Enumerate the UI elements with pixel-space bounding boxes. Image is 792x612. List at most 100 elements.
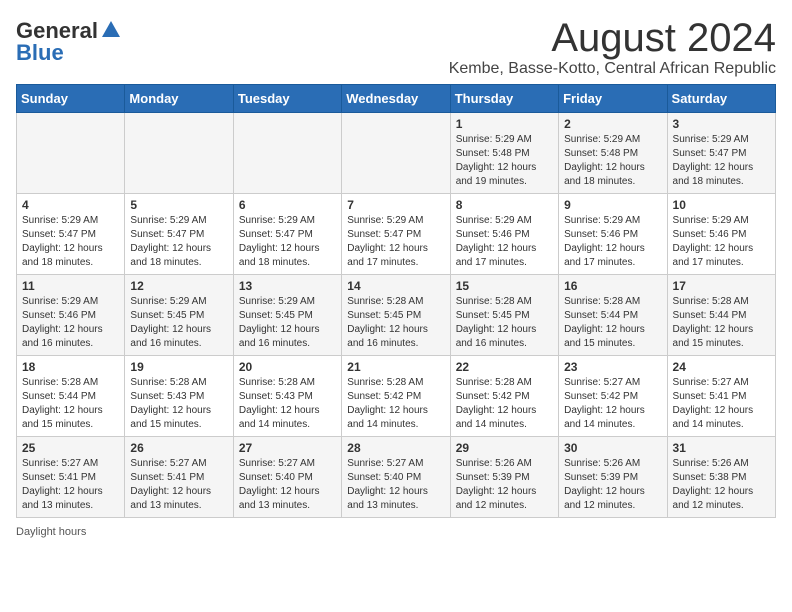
day-info: Sunrise: 5:29 AM Sunset: 5:47 PM Dayligh… bbox=[130, 214, 227, 270]
day-number: 25 bbox=[22, 441, 119, 455]
day-number: 28 bbox=[347, 441, 444, 455]
day-info: Sunrise: 5:27 AM Sunset: 5:42 PM Dayligh… bbox=[564, 376, 661, 432]
day-number: 31 bbox=[673, 441, 770, 455]
day-number: 2 bbox=[564, 117, 661, 131]
day-number: 8 bbox=[456, 198, 553, 212]
day-number: 21 bbox=[347, 360, 444, 374]
day-info: Sunrise: 5:29 AM Sunset: 5:46 PM Dayligh… bbox=[456, 214, 553, 270]
day-info: Sunrise: 5:29 AM Sunset: 5:45 PM Dayligh… bbox=[239, 295, 336, 351]
day-info: Sunrise: 5:28 AM Sunset: 5:43 PM Dayligh… bbox=[130, 376, 227, 432]
day-number: 24 bbox=[673, 360, 770, 374]
week-row-3: 18 Sunrise: 5:28 AM Sunset: 5:44 PM Dayli… bbox=[17, 356, 776, 437]
calendar-cell: 5Sunrise: 5:29 AM Sunset: 5:47 PM Daylig… bbox=[125, 194, 233, 275]
calendar-cell bbox=[233, 113, 341, 194]
day-number: 27 bbox=[239, 441, 336, 455]
calendar-cell: 1 Sunrise: 5:29 AM Sunset: 5:48 PM Daylig… bbox=[450, 113, 558, 194]
calendar-cell: 27Sunrise: 5:27 AM Sunset: 5:40 PM Dayli… bbox=[233, 437, 341, 518]
day-number: 20 bbox=[239, 360, 336, 374]
header-wednesday: Wednesday bbox=[342, 85, 450, 113]
day-info: Sunrise: 5:29 AM Sunset: 5:46 PM Dayligh… bbox=[22, 295, 119, 351]
header-saturday: Saturday bbox=[667, 85, 775, 113]
calendar-cell bbox=[125, 113, 233, 194]
calendar-cell: 11 Sunrise: 5:29 AM Sunset: 5:46 PM Dayli… bbox=[17, 275, 125, 356]
day-info: Sunrise: 5:28 AM Sunset: 5:44 PM Dayligh… bbox=[564, 295, 661, 351]
day-info: Sunrise: 5:27 AM Sunset: 5:41 PM Dayligh… bbox=[22, 457, 119, 513]
logo-icon bbox=[100, 19, 122, 41]
calendar-cell: 23 Sunrise: 5:27 AM Sunset: 5:42 PM Dayli… bbox=[559, 356, 667, 437]
day-number: 13 bbox=[239, 279, 336, 293]
week-row-4: 25 Sunrise: 5:27 AM Sunset: 5:41 PM Dayli… bbox=[17, 437, 776, 518]
day-info: Sunrise: 5:27 AM Sunset: 5:41 PM Dayligh… bbox=[673, 376, 770, 432]
day-number: 11 bbox=[22, 279, 119, 293]
day-info: Sunrise: 5:28 AM Sunset: 5:43 PM Dayligh… bbox=[239, 376, 336, 432]
calendar-cell: 2Sunrise: 5:29 AM Sunset: 5:48 PM Daylig… bbox=[559, 113, 667, 194]
day-number: 9 bbox=[564, 198, 661, 212]
logo-blue-text: Blue bbox=[16, 42, 64, 64]
calendar-header: SundayMondayTuesdayWednesdayThursdayFrid… bbox=[17, 85, 776, 113]
day-number: 18 bbox=[22, 360, 119, 374]
calendar-cell: 18 Sunrise: 5:28 AM Sunset: 5:44 PM Dayli… bbox=[17, 356, 125, 437]
calendar-cell: 15 Sunrise: 5:28 AM Sunset: 5:45 PM Dayli… bbox=[450, 275, 558, 356]
day-number: 23 bbox=[564, 360, 661, 374]
calendar-cell bbox=[342, 113, 450, 194]
calendar-cell: 12 Sunrise: 5:29 AM Sunset: 5:45 PM Dayli… bbox=[125, 275, 233, 356]
day-number: 12 bbox=[130, 279, 227, 293]
calendar-cell: 10 Sunrise: 5:29 AM Sunset: 5:46 PM Dayli… bbox=[667, 194, 775, 275]
day-info: Sunrise: 5:29 AM Sunset: 5:48 PM Dayligh… bbox=[456, 133, 553, 189]
day-info: Sunrise: 5:28 AM Sunset: 5:42 PM Dayligh… bbox=[456, 376, 553, 432]
calendar-cell: 25 Sunrise: 5:27 AM Sunset: 5:41 PM Dayli… bbox=[17, 437, 125, 518]
day-info: Sunrise: 5:29 AM Sunset: 5:47 PM Dayligh… bbox=[239, 214, 336, 270]
calendar-cell: 4Sunrise: 5:29 AM Sunset: 5:47 PM Daylig… bbox=[17, 194, 125, 275]
calendar-cell: 17Sunrise: 5:28 AM Sunset: 5:44 PM Dayli… bbox=[667, 275, 775, 356]
day-number: 7 bbox=[347, 198, 444, 212]
calendar-cell: 22 Sunrise: 5:28 AM Sunset: 5:42 PM Dayli… bbox=[450, 356, 558, 437]
logo-general-text: General bbox=[16, 20, 98, 42]
day-number: 3 bbox=[673, 117, 770, 131]
calendar-cell bbox=[17, 113, 125, 194]
day-info: Sunrise: 5:28 AM Sunset: 5:45 PM Dayligh… bbox=[456, 295, 553, 351]
day-number: 29 bbox=[456, 441, 553, 455]
day-info: Sunrise: 5:26 AM Sunset: 5:39 PM Dayligh… bbox=[456, 457, 553, 513]
calendar-cell: 31 Sunrise: 5:26 AM Sunset: 5:38 PM Dayli… bbox=[667, 437, 775, 518]
title-block: August 2024 Kembe, Basse-Kotto, Central … bbox=[449, 16, 776, 78]
calendar-cell: 16Sunrise: 5:28 AM Sunset: 5:44 PM Dayli… bbox=[559, 275, 667, 356]
day-info: Sunrise: 5:29 AM Sunset: 5:46 PM Dayligh… bbox=[564, 214, 661, 270]
day-info: Sunrise: 5:28 AM Sunset: 5:44 PM Dayligh… bbox=[22, 376, 119, 432]
calendar-cell: 30 Sunrise: 5:26 AM Sunset: 5:39 PM Dayli… bbox=[559, 437, 667, 518]
day-info: Sunrise: 5:29 AM Sunset: 5:46 PM Dayligh… bbox=[673, 214, 770, 270]
week-row-1: 4 Sunrise: 5:29 AM Sunset: 5:47 PM Daylig… bbox=[17, 194, 776, 275]
day-number: 22 bbox=[456, 360, 553, 374]
day-number: 14 bbox=[347, 279, 444, 293]
calendar-cell: 26Sunrise: 5:27 AM Sunset: 5:41 PM Dayli… bbox=[125, 437, 233, 518]
calendar-cell: 9 Sunrise: 5:29 AM Sunset: 5:46 PM Daylig… bbox=[559, 194, 667, 275]
calendar-cell: 13 Sunrise: 5:29 AM Sunset: 5:45 PM Dayli… bbox=[233, 275, 341, 356]
footer-daylight: Daylight hours bbox=[16, 526, 776, 538]
page-header: General Blue August 2024 Kembe, Basse-Ko… bbox=[16, 16, 776, 78]
header-row: SundayMondayTuesdayWednesdayThursdayFrid… bbox=[17, 85, 776, 113]
day-info: Sunrise: 5:29 AM Sunset: 5:47 PM Dayligh… bbox=[347, 214, 444, 270]
day-number: 30 bbox=[564, 441, 661, 455]
day-number: 10 bbox=[673, 198, 770, 212]
day-number: 1 bbox=[456, 117, 553, 131]
calendar-cell: 28 Sunrise: 5:27 AM Sunset: 5:40 PM Dayli… bbox=[342, 437, 450, 518]
calendar-cell: 20 Sunrise: 5:28 AM Sunset: 5:43 PM Dayli… bbox=[233, 356, 341, 437]
calendar-cell: 6 Sunrise: 5:29 AM Sunset: 5:47 PM Daylig… bbox=[233, 194, 341, 275]
calendar-cell: 3Sunrise: 5:29 AM Sunset: 5:47 PM Daylig… bbox=[667, 113, 775, 194]
day-info: Sunrise: 5:28 AM Sunset: 5:45 PM Dayligh… bbox=[347, 295, 444, 351]
calendar-cell: 29 Sunrise: 5:26 AM Sunset: 5:39 PM Dayli… bbox=[450, 437, 558, 518]
day-number: 4 bbox=[22, 198, 119, 212]
header-sunday: Sunday bbox=[17, 85, 125, 113]
header-tuesday: Tuesday bbox=[233, 85, 341, 113]
day-info: Sunrise: 5:26 AM Sunset: 5:38 PM Dayligh… bbox=[673, 457, 770, 513]
day-number: 6 bbox=[239, 198, 336, 212]
calendar-body: 1 Sunrise: 5:29 AM Sunset: 5:48 PM Daylig… bbox=[17, 113, 776, 518]
calendar-cell: 8 Sunrise: 5:29 AM Sunset: 5:46 PM Daylig… bbox=[450, 194, 558, 275]
week-row-0: 1 Sunrise: 5:29 AM Sunset: 5:48 PM Daylig… bbox=[17, 113, 776, 194]
day-number: 26 bbox=[130, 441, 227, 455]
header-monday: Monday bbox=[125, 85, 233, 113]
day-info: Sunrise: 5:26 AM Sunset: 5:39 PM Dayligh… bbox=[564, 457, 661, 513]
day-info: Sunrise: 5:27 AM Sunset: 5:40 PM Dayligh… bbox=[347, 457, 444, 513]
day-info: Sunrise: 5:29 AM Sunset: 5:45 PM Dayligh… bbox=[130, 295, 227, 351]
day-number: 15 bbox=[456, 279, 553, 293]
day-info: Sunrise: 5:28 AM Sunset: 5:44 PM Dayligh… bbox=[673, 295, 770, 351]
